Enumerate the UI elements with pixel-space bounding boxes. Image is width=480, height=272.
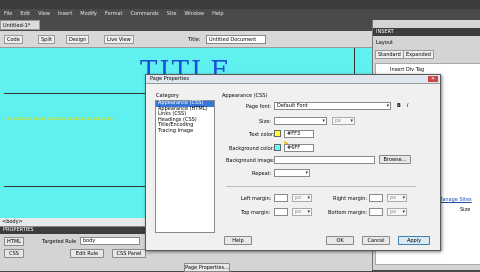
menu-edit[interactable]: Edit	[16, 11, 34, 17]
ok-button[interactable]: OK	[326, 236, 354, 245]
section-divider	[226, 186, 416, 187]
background-color-label: Background color:	[229, 146, 275, 152]
chevron-down-icon: ▾	[322, 118, 325, 124]
targeted-rule-select[interactable]: body	[80, 237, 140, 245]
menu-help[interactable]: Help	[208, 11, 227, 17]
expanded-tab[interactable]: Expanded	[403, 50, 434, 59]
close-icon[interactable]: ✕	[428, 76, 438, 82]
text-color-input[interactable]: #FF3	[284, 130, 314, 138]
menu-insert[interactable]: Insert	[54, 11, 76, 17]
menu-commands[interactable]: Commands	[126, 11, 162, 17]
edit-rule-button[interactable]: Edit Rule	[70, 249, 104, 258]
category-label: Category	[156, 93, 179, 99]
background-image-label: Background image:	[226, 158, 275, 164]
bottom-margin-input[interactable]	[369, 208, 383, 216]
help-button[interactable]: Help	[224, 236, 252, 245]
repeat-select[interactable]: ▾	[274, 169, 310, 177]
background-color-input[interactable]: #6FF	[284, 144, 314, 152]
page-font-label: Page font:	[246, 104, 272, 110]
menu-file[interactable]: File	[0, 11, 16, 17]
bold-button[interactable]: B	[397, 103, 401, 109]
right-margin-label: Right margin:	[333, 196, 368, 202]
background-color-swatch[interactable]	[274, 144, 281, 151]
manage-sites-link[interactable]: Manage Sites	[438, 197, 472, 203]
text-color-swatch[interactable]	[274, 130, 281, 137]
top-margin-label: Top margin:	[241, 210, 271, 216]
size-unit-select: px ▾	[332, 117, 355, 125]
targeted-rule-label: Targeted Rule	[42, 239, 77, 245]
apply-button[interactable]: Apply	[398, 236, 430, 245]
split-view-button[interactable]: Split	[38, 35, 56, 44]
background-image-input[interactable]	[274, 156, 375, 164]
menu-view[interactable]: View	[34, 11, 54, 17]
text-color-label: Text color:	[249, 132, 275, 138]
dialog-title: Page Properties	[146, 75, 440, 84]
window-titlebar	[0, 0, 480, 9]
insert-div-tag-item[interactable]: Insert Div Tag	[390, 67, 424, 73]
left-margin-input[interactable]	[274, 194, 288, 202]
live-view-button[interactable]: Live View	[104, 35, 134, 44]
menu-site[interactable]: Site	[163, 11, 181, 17]
document-toolbar: Code Split Design Live View Title: Untit…	[0, 31, 372, 48]
italic-button[interactable]: I	[407, 103, 408, 109]
category-item[interactable]: Tracing Image	[156, 128, 214, 135]
standard-tab[interactable]: Standard	[375, 50, 404, 59]
chevron-down-icon: ▾	[305, 170, 308, 176]
code-view-button[interactable]: Code	[4, 35, 23, 44]
chevron-down-icon: ▾	[386, 103, 389, 109]
title-label: Title:	[188, 37, 201, 43]
cancel-button[interactable]: Cancel	[362, 236, 390, 245]
bottom-margin-unit-select: px ▾	[387, 208, 407, 216]
top-margin-input[interactable]	[274, 208, 288, 216]
category-list: Appearance (CSS) Appearance (HTML) Links…	[155, 100, 215, 233]
section-heading: Appearance (CSS)	[222, 93, 268, 99]
page-font-select[interactable]: Default Font ▾	[274, 102, 391, 110]
menu-bar: File Edit View Insert Modify Format Comm…	[0, 9, 372, 19]
insert-category-select[interactable]: Layout	[376, 40, 393, 46]
top-margin-unit-select: px ▾	[292, 208, 312, 216]
size-column-header: Size	[460, 207, 471, 213]
bottom-margin-label: Bottom margin:	[328, 210, 368, 216]
left-margin-unit-select: px ▾	[292, 194, 312, 202]
menu-modify[interactable]: Modify	[76, 11, 101, 17]
menu-format[interactable]: Format	[101, 11, 127, 17]
right-margin-input[interactable]	[369, 194, 383, 202]
repeat-label: Repeat:	[252, 171, 272, 177]
page-properties-dialog: Page Properties ✕ Category Appearance (C…	[145, 74, 441, 251]
size-label: Size:	[259, 119, 271, 125]
document-tab[interactable]: Untitled-1*	[0, 20, 40, 30]
browse-button[interactable]: Browse...	[379, 155, 411, 164]
page-properties-button[interactable]: Page Properties...	[184, 263, 230, 272]
left-margin-label: Left margin:	[241, 196, 272, 202]
insert-panel-header[interactable]: INSERT	[373, 28, 480, 36]
document-title-input[interactable]: Untitled Document	[206, 35, 266, 44]
design-view-button[interactable]: Design	[66, 35, 90, 44]
menu-window[interactable]: Window	[180, 11, 208, 17]
size-select[interactable]: ▾	[274, 117, 327, 125]
html-mode-button[interactable]: HTML	[4, 237, 24, 246]
css-panel-button[interactable]: CSS Panel	[112, 249, 146, 258]
right-margin-unit-select: px ▾	[387, 194, 407, 202]
canvas-dashes: ================	[6, 114, 114, 123]
css-mode-button[interactable]: CSS	[4, 249, 24, 258]
